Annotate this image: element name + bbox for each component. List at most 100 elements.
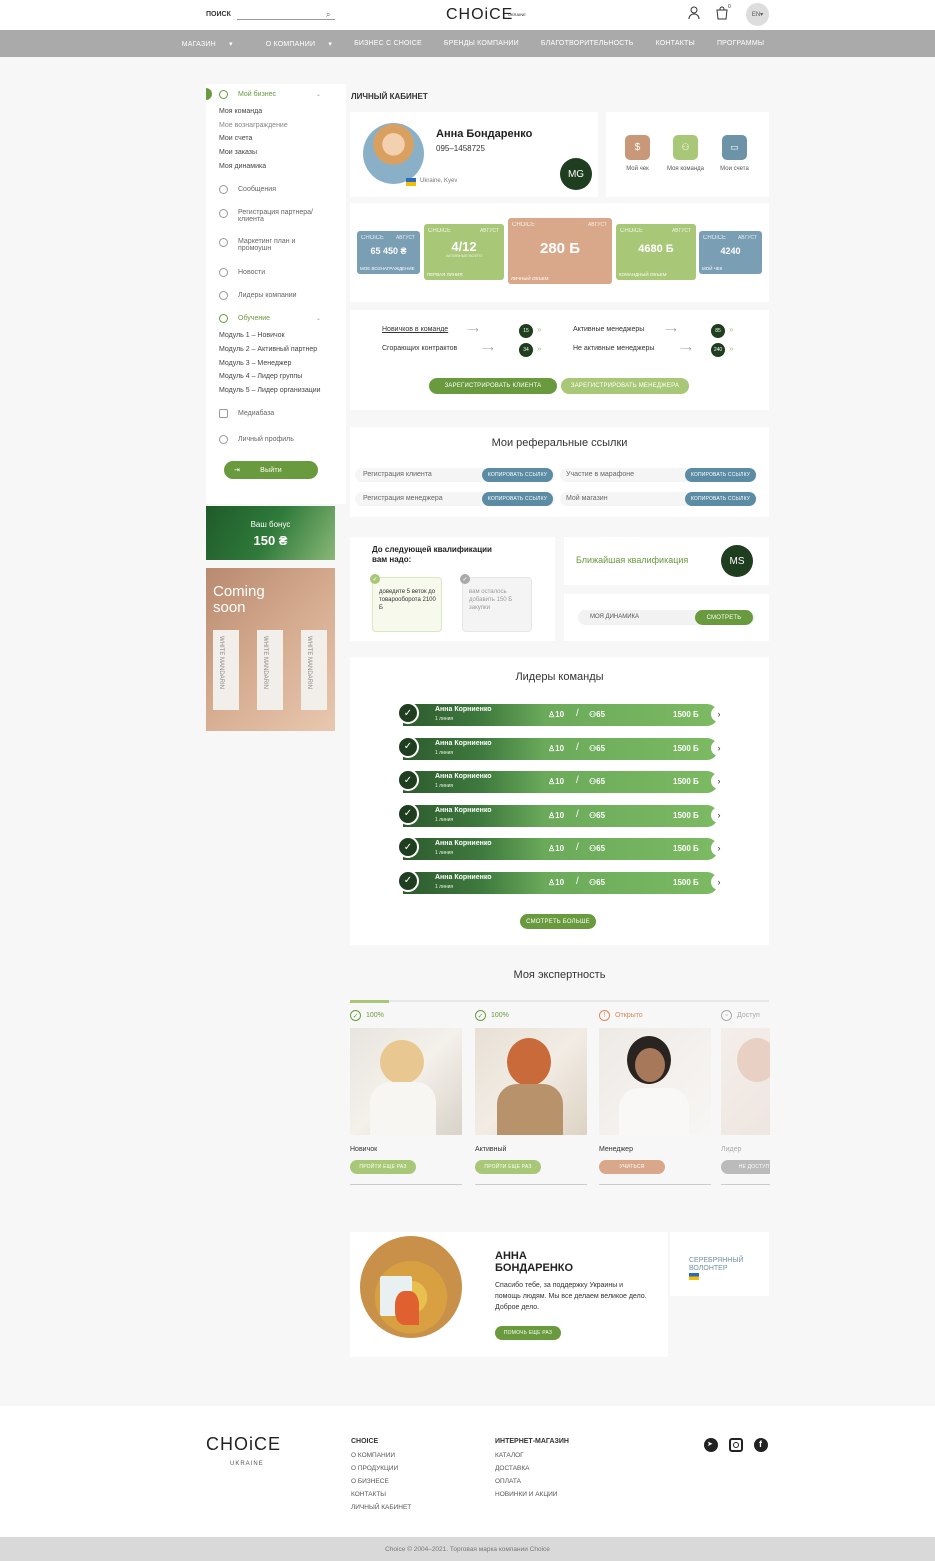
team-icon[interactable]: ⚇ — [673, 135, 698, 160]
inactive-managers-label: Не активные менеджеры — [573, 345, 655, 352]
nav-programs[interactable]: ПРОГРАММЫ — [706, 40, 775, 47]
help-again-button[interactable]: ПОМОЧЬ ЕЩЕ РАЗ — [495, 1326, 561, 1340]
sidebar-leaders[interactable]: Лидеры компании — [238, 292, 297, 299]
register-client-button[interactable]: ЗАРЕГИСТРИРОВАТЬ КЛИЕНТА — [429, 378, 557, 394]
bonus-banner[interactable]: Ваш бонус 150 ₴ — [206, 506, 335, 560]
copy-link-button[interactable]: КОПИРОВАТЬ ССЫЛКУ — [482, 468, 553, 482]
logo[interactable]: CHOiCE — [446, 6, 513, 24]
nav-about[interactable]: О КОМПАНИИ ▾ — [244, 40, 343, 48]
newcomers-link[interactable]: Новичков в команде — [382, 326, 448, 333]
stat-my-check[interactable]: CHOiCE АВГУСТ 4240 МОЙ ЧЕК — [699, 231, 762, 274]
bonus-value: 150 ₴ — [253, 533, 288, 548]
nav-brands[interactable]: БРЕНДЫ КОМПАНИИ — [433, 40, 530, 47]
leader-row[interactable]: ✓ Анна Корниенко 1 линия ♙10 / ⚇65 1500 Б › — [393, 769, 727, 795]
check-icon[interactable]: $ — [625, 135, 650, 160]
sidebar-education[interactable]: Обучение — [238, 315, 270, 322]
expertise-scroll-track[interactable] — [350, 1000, 769, 1002]
sidebar-my-business[interactable]: Мой бизнес — [238, 91, 276, 98]
footer-link[interactable]: КОНТАКТЫ — [351, 1491, 386, 1498]
register-manager-button[interactable]: ЗАРЕГИСТРИРОВАТЬ МЕНЕДЖЕРА — [561, 378, 689, 394]
cart-icon[interactable] — [716, 6, 728, 20]
leader-row[interactable]: ✓ Анна Корниенко 1 линия ♙10 / ⚇65 1500 Б › — [393, 869, 727, 896]
leader-row[interactable]: ✓ Анна Корниенко 1 линия ♙10 / ⚇65 1500 Б › — [393, 702, 727, 728]
sidebar-module-2[interactable]: Модуль 2 – Активный партнер — [219, 346, 317, 353]
double-chevron-icon[interactable]: » — [729, 325, 733, 334]
double-chevron-icon[interactable]: » — [729, 344, 733, 353]
copy-link-button[interactable]: КОПИРОВАТЬ ССЫЛКУ — [685, 468, 756, 482]
footer-link[interactable]: НОВИНКИ И АКЦИИ — [495, 1491, 557, 1498]
sidebar-module-4[interactable]: Модуль 4 – Лидер группы — [219, 373, 302, 380]
nearest-badge[interactable]: MS — [721, 545, 753, 577]
sidebar-sub-orders[interactable]: Мои заказы — [219, 149, 257, 156]
view-more-button[interactable]: СМОТРЕТЬ БОЛЬШЕ — [520, 914, 596, 929]
footer-link[interactable]: ОПЛАТА — [495, 1478, 521, 1485]
stat-personal-volume[interactable]: CHOiCE АВГУСТ 280 Б ЛИЧНЫЙ ОБЪЕМ — [508, 218, 612, 284]
footer-link[interactable]: О КОМПАНИИ — [351, 1452, 395, 1459]
chevron-down-icon[interactable]: ⌄ — [316, 315, 321, 322]
facebook-icon[interactable]: f — [754, 1438, 768, 1452]
footer-link[interactable]: ЛИЧНЫЙ КАБИНЕТ — [351, 1504, 411, 1511]
chevron-right-icon[interactable]: › — [711, 706, 727, 722]
leader-line: 1 линия — [435, 883, 454, 890]
footer-link[interactable]: КАТАЛОГ — [495, 1452, 524, 1459]
chevron-right-icon[interactable]: › — [711, 806, 727, 823]
logout-button[interactable]: ⇥ Выйти — [224, 461, 318, 479]
coming-soon-banner[interactable]: Coming soon WHITE MANDARIN WHITE MANDARI… — [206, 568, 335, 731]
footer-link[interactable]: О БИЗНЕСЕ — [351, 1478, 389, 1485]
quick-my-check[interactable]: Мой чек — [610, 166, 665, 172]
nav-shop[interactable]: МАГАЗИН ▾ — [160, 40, 244, 48]
telegram-icon[interactable]: ➤ — [704, 1438, 718, 1452]
double-chevron-icon[interactable]: » — [537, 325, 541, 334]
double-chevron-icon[interactable]: » — [537, 344, 541, 353]
nav-contacts[interactable]: КОНТАКТЫ — [645, 40, 706, 47]
active-managers-label: Активные менеджеры — [573, 326, 645, 333]
view-dynamics-button[interactable]: СМОТРЕТЬ — [695, 610, 753, 625]
sidebar-sub-team[interactable]: Моя команда — [219, 108, 262, 115]
users-icon — [219, 209, 228, 218]
sidebar-media[interactable]: Медиабаза — [238, 410, 274, 417]
search-icon[interactable]: ⌕ — [326, 10, 330, 20]
sidebar-profile[interactable]: Личный профиль — [238, 436, 294, 443]
sidebar-module-1[interactable]: Модуль 1 – Новичок — [219, 332, 285, 339]
leader-personal-count: ♙10 — [548, 743, 565, 753]
chevron-right-icon[interactable]: › — [711, 840, 727, 856]
leader-row[interactable]: ✓ Анна Корниенко 1 линия ♙10 / ⚇65 1500 Б › — [393, 802, 727, 829]
chevron-right-icon[interactable]: › — [711, 873, 727, 890]
expertise-scroll-thumb[interactable] — [350, 1000, 389, 1003]
leader-row[interactable]: ✓ Анна Корниенко 1 линия ♙10 / ⚇65 1500 Б › — [393, 735, 727, 762]
footer-link[interactable]: О ПРОДУКЦИИ — [351, 1465, 398, 1472]
qualification-badge[interactable]: MG — [560, 158, 592, 190]
copy-link-button[interactable]: КОПИРОВАТЬ ССЫЛКУ — [482, 492, 553, 506]
sidebar-sub-accounts[interactable]: Мои счета — [219, 135, 252, 142]
sidebar-messages[interactable]: Сообщения — [238, 186, 276, 193]
sidebar-module-5[interactable]: Модуль 5 – Лидер организации — [219, 387, 321, 394]
stat-reward[interactable]: CHOiCE АВГУСТ 65 450 ₴ МОЕ ВОЗНАГРАЖДЕНИЕ — [357, 231, 420, 274]
quick-my-accounts[interactable]: Мои счета — [707, 166, 762, 172]
sidebar-news[interactable]: Новости — [238, 269, 265, 276]
sidebar-sub-dynamics[interactable]: Моя динамика — [219, 163, 266, 170]
copy-link-button[interactable]: КОПИРОВАТЬ ССЫЛКУ — [685, 492, 756, 506]
stat-team-volume[interactable]: CHOiCE АВГУСТ 4680 Б КОМАНДНЫЙ ОБЪЕМ — [616, 224, 696, 280]
language-switcher[interactable]: EN ▾ — [746, 3, 769, 26]
chevron-down-icon[interactable]: ⌄ — [316, 91, 321, 98]
stat-first-line[interactable]: CHOiCE АВГУСТ 4/12 АКТИВНЫЕ ВСЕГО ПЕРВАЯ … — [424, 224, 504, 280]
sidebar-module-3[interactable]: Модуль 3 – Менеджер — [219, 360, 291, 367]
sidebar-sub-reward[interactable]: Мое вознаграждение — [219, 122, 288, 129]
nav-charity[interactable]: БЛАГОТВОРИТЕЛЬНОСТЬ — [530, 40, 645, 47]
search-input[interactable] — [237, 19, 335, 20]
chevron-right-icon[interactable]: › — [711, 773, 727, 789]
sidebar-partner-registration[interactable]: Регистрация партнера/ клиента — [238, 209, 328, 223]
footer-link[interactable]: ДОСТАВКА — [495, 1465, 529, 1472]
leader-line: 1 линия — [435, 850, 454, 856]
wallet-icon[interactable]: ▭ — [722, 135, 747, 160]
chevron-right-icon[interactable]: › — [711, 739, 727, 756]
instagram-icon[interactable] — [729, 1438, 743, 1452]
sidebar-marketing[interactable]: Маркетинг план и промоушн — [238, 238, 313, 252]
footer-logo[interactable]: CHOiCE — [206, 1434, 281, 1455]
user-icon[interactable] — [688, 6, 700, 20]
quick-my-team[interactable]: Моя команда — [658, 166, 713, 172]
leader-team-count: ⚇65 — [589, 743, 606, 753]
leader-row[interactable]: ✓ Анна Корниенко 1 линия ♙10 / ⚇65 1500 Б › — [393, 836, 727, 862]
nav-business[interactable]: БИЗНЕС С CHOICE — [343, 40, 433, 47]
avatar[interactable] — [363, 123, 424, 184]
